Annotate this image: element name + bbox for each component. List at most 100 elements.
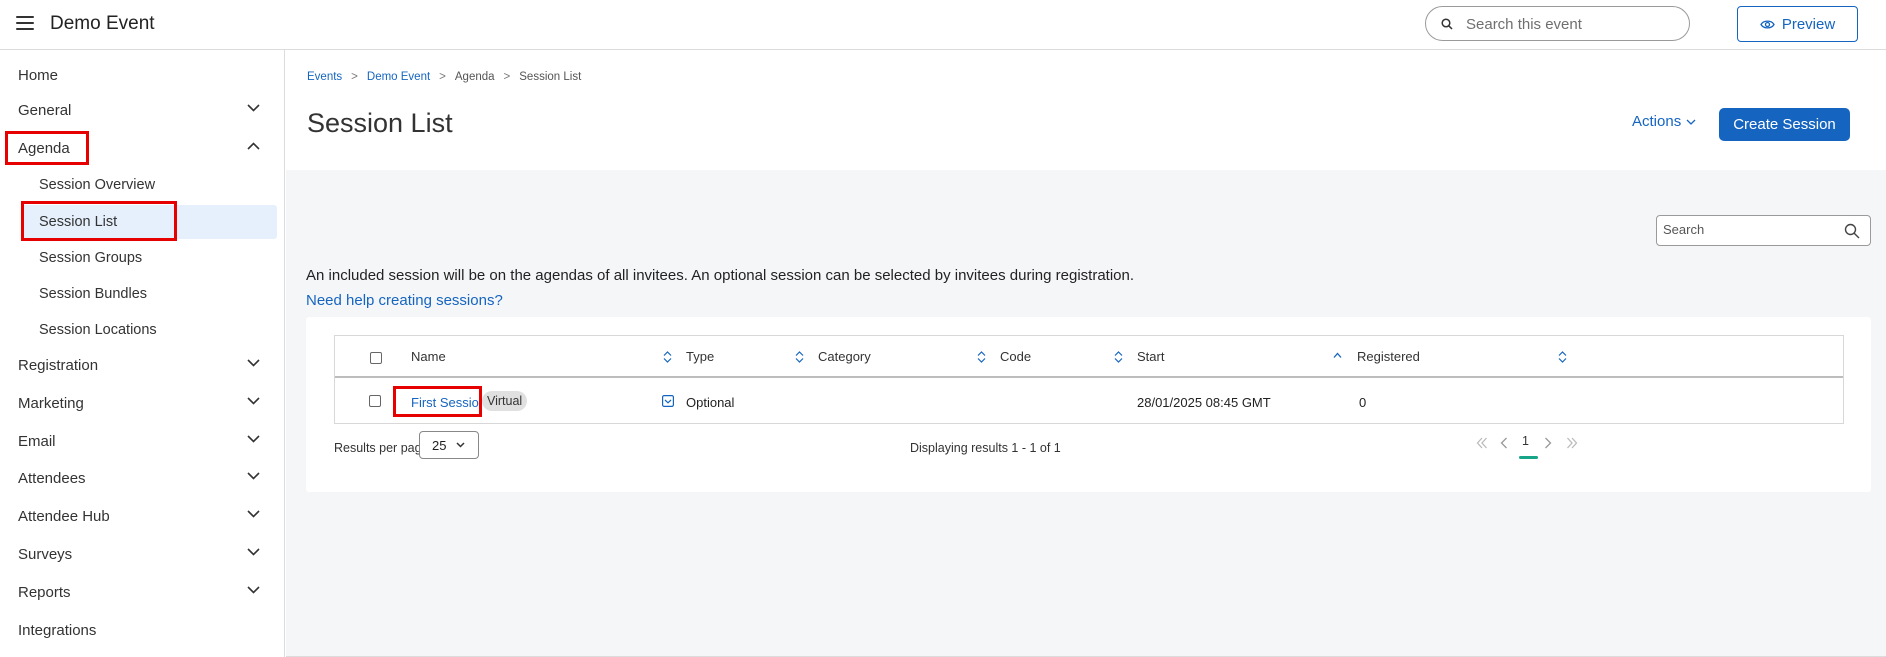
sessions-card: Name Type Category Code Start Registered… [306,317,1871,492]
sort-icon[interactable] [977,351,986,363]
breadcrumb-separator: > [503,71,511,83]
chevron-down-icon [456,442,465,448]
column-header-registered[interactable]: Registered [1357,349,1420,364]
preview-button[interactable]: Preview [1737,6,1858,42]
sidebar-item-attendee-hub[interactable]: Attendee Hub [0,501,285,531]
results-per-page-select[interactable]: 25 [419,431,479,459]
table-search-box[interactable] [1656,215,1871,246]
sidebar-item-attendees[interactable]: Attendees [0,463,285,493]
chevron-down-icon [247,472,260,480]
session-type: Optional [686,395,735,410]
sidebar-subitem-session-groups[interactable]: Session Groups [22,241,277,275]
breadcrumb-separator: > [351,71,358,83]
actions-dropdown[interactable]: Actions [1632,113,1696,130]
menu-icon[interactable] [16,16,34,30]
session-registered: 0 [1359,395,1367,410]
page-header: Events > Demo Event > Agenda > Session L… [286,50,1886,170]
sort-icon[interactable] [1558,351,1567,363]
chevron-down-icon [247,104,260,112]
sidebar-subitem-label: Session Locations [39,322,157,338]
breadcrumb-link-events[interactable]: Events [307,71,342,83]
column-header-name[interactable]: Name [411,349,446,364]
chevron-down-icon [247,397,260,405]
sidebar-subitem-session-locations[interactable]: Session Locations [22,313,277,347]
current-page-indicator [1519,456,1538,459]
sidebar-subitem-label: Session List [39,214,118,230]
sort-icon[interactable] [663,351,672,363]
displaying-results-text: Displaying results 1 - 1 of 1 [910,441,1061,455]
type-checkbox-icon [662,395,674,407]
select-all-checkbox[interactable] [370,352,382,364]
help-link[interactable]: Need help creating sessions? [306,292,503,309]
sidebar-subitem-label: Session Groups [39,250,143,266]
sidebar-item-email[interactable]: Email [0,426,285,456]
sidebar-item-home[interactable]: Home [0,60,285,90]
sidebar-item-label: General [18,101,72,119]
chevron-down-icon [247,435,260,443]
column-header-category[interactable]: Category [818,349,871,364]
chevron-down-icon [247,359,260,367]
chevron-down-icon [247,586,260,594]
search-icon [1441,18,1453,30]
chevron-down-icon [247,548,260,556]
page-title: Session List [307,108,453,138]
last-page-icon[interactable] [1566,437,1578,449]
sidebar-item-marketing[interactable]: Marketing [0,388,285,418]
current-page[interactable]: 1 [1522,434,1529,448]
previous-page-icon[interactable] [1500,437,1508,449]
breadcrumb-link-demo-event[interactable]: Demo Event [367,71,430,83]
sidebar-subitem-session-bundles[interactable]: Session Bundles [22,277,277,311]
row-checkbox[interactable] [369,395,381,407]
sidebar-item-label: Home [18,66,59,84]
per-page-value: 25 [432,437,447,453]
session-name-link[interactable]: First Session [411,395,486,410]
breadcrumb: Events > Demo Event > Agenda > Session L… [307,71,581,83]
sidebar-item-label: Marketing [18,394,84,412]
pagination: 1 [1476,434,1586,459]
sidebar-item-general[interactable]: General [0,95,285,125]
sidebar-item-label: Registration [18,356,99,374]
breadcrumb-agenda: Agenda [454,71,495,83]
chevron-down-icon [1686,119,1696,125]
results-per-page-label: Results per page [334,441,429,455]
sidebar-item-reports[interactable]: Reports [0,577,285,607]
sidebar: Home General Agenda Session Overview Ses… [0,50,285,657]
breadcrumb-separator: > [439,71,446,83]
main-content: Events > Demo Event > Agenda > Session L… [286,50,1886,657]
event-search-input[interactable] [1466,13,1681,35]
session-start: 28/01/2025 08:45 GMT [1137,395,1271,410]
sidebar-subitem-label: Session Bundles [39,286,148,302]
event-title: Demo Event [50,13,155,34]
column-header-type[interactable]: Type [686,349,714,364]
sort-icon[interactable] [1114,351,1123,363]
info-text: An included session will be on the agend… [306,267,1135,284]
sidebar-item-label: Reports [18,583,71,601]
chevron-down-icon [247,510,260,518]
sidebar-item-label: Agenda [18,139,70,157]
event-search-box[interactable] [1425,6,1690,41]
sort-icon[interactable] [795,351,804,363]
sidebar-item-surveys[interactable]: Surveys [0,539,285,569]
search-icon[interactable] [1844,223,1860,239]
first-page-icon[interactable] [1476,437,1488,449]
create-session-button[interactable]: Create Session [1719,108,1850,141]
sidebar-item-label: Attendee Hub [18,507,110,525]
preview-label: Preview [1781,15,1836,33]
column-header-code[interactable]: Code [1000,349,1031,364]
sort-ascending-icon[interactable] [1333,352,1342,359]
sessions-table: Name Type Category Code Start Registered… [334,335,1844,424]
next-page-icon[interactable] [1544,437,1552,449]
sidebar-subitem-session-overview[interactable]: Session Overview [22,168,277,202]
eye-icon [1760,19,1775,29]
table-search-input[interactable] [1663,222,1833,237]
chevron-up-icon [247,142,260,150]
sidebar-item-label: Surveys [18,545,73,563]
sidebar-subitem-session-list[interactable]: Session List [22,205,277,239]
sidebar-item-integrations[interactable]: Integrations [0,615,285,645]
sidebar-item-agenda[interactable]: Agenda [0,133,285,163]
sidebar-item-label: Attendees [18,469,86,487]
virtual-badge: Virtual [482,391,528,411]
sidebar-item-label: Email [18,432,56,450]
sidebar-item-registration[interactable]: Registration [0,350,285,380]
column-header-start[interactable]: Start [1137,349,1164,364]
